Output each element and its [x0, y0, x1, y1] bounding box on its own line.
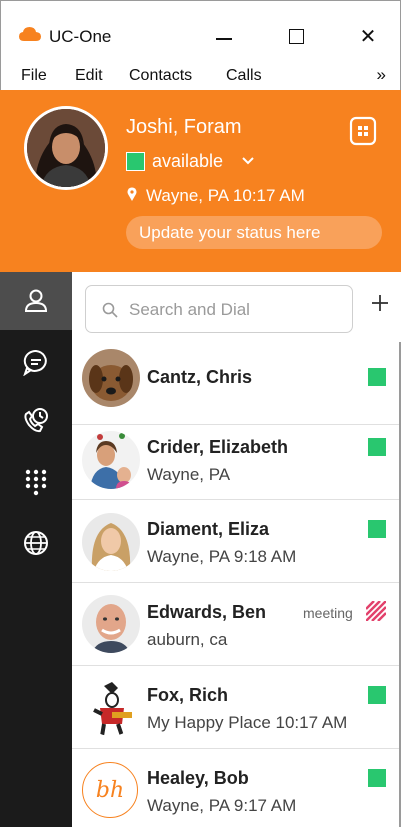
- globe-icon: [24, 531, 48, 555]
- minimize-icon: [216, 38, 232, 40]
- presence-status[interactable]: available: [152, 151, 223, 172]
- close-button[interactable]: ✕: [345, 19, 391, 53]
- user-header: Joshi, Foram available Wayne, PA 10:17 A…: [0, 90, 401, 272]
- status-label: meeting: [303, 605, 353, 621]
- minimize-button[interactable]: [201, 19, 247, 53]
- nav-sidebar: [0, 272, 72, 827]
- user-avatar[interactable]: [24, 106, 108, 190]
- list-item[interactable]: Crider, Elizabeth Wayne, PA: [72, 417, 401, 500]
- contact-location: Wayne, PA: [147, 465, 231, 484]
- avatar: [82, 678, 140, 736]
- presence-indicator: [368, 769, 386, 787]
- nav-chat[interactable]: [0, 333, 72, 391]
- avatar: [82, 595, 140, 653]
- contact-location: Wayne, PA 9:17 AM: [147, 796, 297, 815]
- contact-name: Crider, Elizabeth: [147, 437, 289, 457]
- list-item[interactable]: Fox, Rich My Happy Place 10:17 AM: [72, 666, 401, 749]
- close-icon: ✕: [359, 25, 377, 48]
- contact-location: My Happy Place 10:17 AM: [147, 713, 348, 732]
- contact-name: Healey, Bob: [147, 768, 249, 788]
- list-item[interactable]: Edwards, Ben auburn, ca meeting: [72, 583, 401, 666]
- maximize-button[interactable]: [273, 19, 319, 53]
- presence-indicator: [368, 438, 386, 456]
- update-status-field[interactable]: Update your status here: [126, 216, 382, 249]
- contact-location: Wayne, PA 9:18 AM: [147, 547, 297, 566]
- avatar: [82, 349, 140, 407]
- presence-indicator: [368, 520, 386, 538]
- contact-name: Edwards, Ben: [147, 602, 267, 622]
- person-icon: [24, 289, 48, 312]
- busy-presence-icon: [366, 601, 386, 621]
- list-item[interactable]: bh Healey, Bob Wayne, PA 9:17 AM: [72, 749, 401, 827]
- contact-list: Cantz, Chris Crider, Elizabeth Wayne, PA: [72, 342, 401, 827]
- presence-indicator: [368, 686, 386, 704]
- presence-indicator: [368, 368, 386, 386]
- plus-icon: [372, 295, 388, 311]
- maximize-icon: [288, 28, 304, 44]
- menu-file[interactable]: File: [21, 67, 47, 85]
- list-item[interactable]: Diament, Eliza Wayne, PA 9:18 AM: [72, 500, 401, 583]
- contact-name: Cantz, Chris: [147, 367, 253, 387]
- list-item[interactable]: Cantz, Chris: [72, 342, 401, 425]
- building-icon[interactable]: [348, 116, 378, 146]
- nav-call-history[interactable]: [0, 392, 72, 450]
- contact-name: Fox, Rich: [147, 685, 229, 705]
- window-title: UC-One: [49, 27, 112, 46]
- add-contact-button[interactable]: [367, 290, 393, 316]
- nav-contacts[interactable]: [0, 272, 72, 330]
- avatar: [82, 431, 140, 489]
- contact-location: auburn, ca: [147, 630, 228, 649]
- chevron-down-icon[interactable]: [242, 156, 254, 166]
- contact-name: Diament, Eliza: [147, 519, 270, 539]
- user-location: Wayne, PA 10:17 AM: [146, 186, 305, 205]
- search-icon: [102, 302, 118, 318]
- search-input[interactable]: Search and Dial: [85, 285, 353, 333]
- menu-calls[interactable]: Calls: [226, 67, 262, 85]
- search-placeholder: Search and Dial: [129, 300, 250, 319]
- menu-bar: File Edit Contacts Calls »: [0, 60, 401, 90]
- avatar-initials: bh: [95, 777, 125, 803]
- cloud-icon: [19, 27, 41, 41]
- phone-clock-icon: [24, 408, 48, 433]
- location-pin-icon: [127, 187, 137, 201]
- menu-contacts[interactable]: Contacts: [129, 67, 192, 85]
- chat-bubble-icon: [23, 349, 47, 376]
- nav-web[interactable]: [0, 514, 72, 572]
- user-name: Joshi, Foram: [126, 116, 242, 138]
- avatar: [82, 513, 140, 571]
- menu-edit[interactable]: Edit: [75, 67, 103, 85]
- nav-dialpad[interactable]: [0, 454, 72, 512]
- search-bar: Search and Dial: [72, 272, 401, 342]
- menu-overflow-icon[interactable]: »: [377, 65, 386, 85]
- presence-indicator: [126, 152, 145, 171]
- title-bar: UC-One ✕: [0, 0, 401, 60]
- avatar: bh: [82, 762, 138, 818]
- dialpad-icon: [25, 469, 47, 496]
- avatar-photo-icon: [27, 109, 105, 187]
